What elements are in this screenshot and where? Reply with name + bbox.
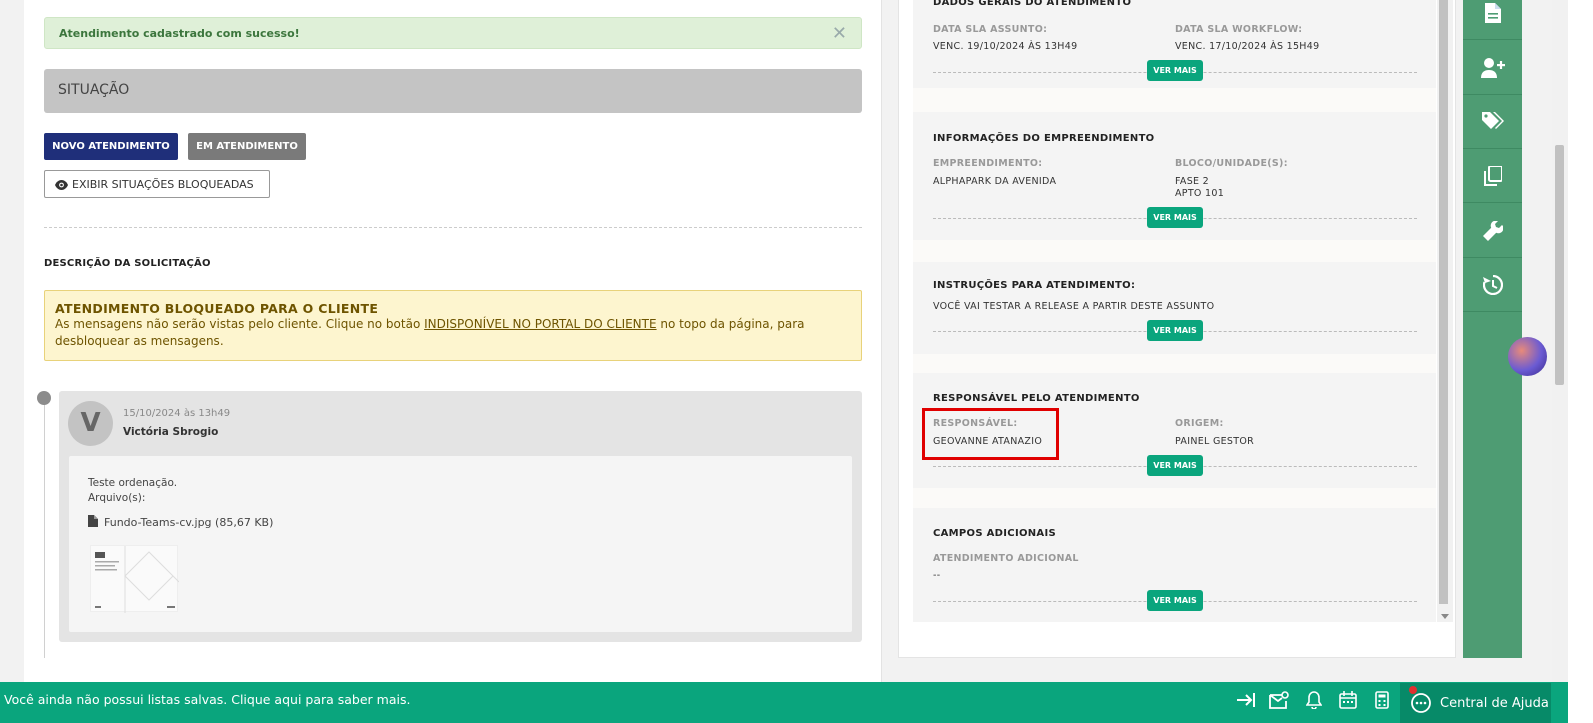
arrow-to-right-icon: [1237, 693, 1255, 707]
calendar-button[interactable]: [1337, 689, 1359, 711]
ver-mais-button[interactable]: VER MAIS: [1147, 455, 1203, 476]
document-button[interactable]: [1463, 0, 1522, 40]
settings-button[interactable]: [1463, 204, 1522, 258]
wrench-icon: [1482, 220, 1503, 241]
notification-dot: [1409, 686, 1417, 694]
instrucoes-title: INSTRUÇÕES PARA ATENDIMENTO:: [933, 280, 1136, 291]
success-alert: Atendimento cadastrado com sucesso! ✕: [44, 17, 862, 49]
warning-title: ATENDIMENTO BLOQUEADO PARA O CLIENTE: [55, 301, 379, 316]
timeline-dot: [37, 391, 51, 405]
window-edge: [1568, 0, 1593, 723]
empreendimento-value: ALPHAPARK DA AVENIDA: [933, 176, 1057, 187]
calculator-button[interactable]: [1371, 689, 1393, 711]
copy-icon: [1483, 165, 1502, 186]
campos-adicionais-title: CAMPOS ADICIONAIS: [933, 528, 1056, 539]
avatar: V: [68, 401, 113, 446]
mail-gear-icon: [1269, 691, 1289, 709]
file-icon: [88, 515, 98, 527]
eye-icon: [55, 180, 68, 190]
situacao-header: SITUAÇÃO: [44, 69, 862, 113]
origem-label: ORIGEM:: [1175, 418, 1224, 429]
novo-atendimento-button[interactable]: NOVO ATENDIMENTO: [44, 133, 178, 160]
dados-gerais-title: DADOS GERAIS DO ATENDIMENTO: [933, 0, 1132, 8]
close-icon[interactable]: ✕: [832, 23, 847, 44]
bloco-value: FASE 2: [1175, 176, 1209, 187]
ver-mais-button[interactable]: VER MAIS: [1147, 207, 1203, 228]
tags-button[interactable]: [1463, 95, 1522, 149]
indisponivel-link[interactable]: INDISPONÍVEL NO PORTAL DO CLIENTE: [424, 317, 656, 331]
attachment-name: Fundo-Teams-cv.jpg (85,67 KB): [104, 516, 274, 529]
highlight-box: [922, 408, 1059, 460]
details-scrollbar[interactable]: [1437, 0, 1453, 622]
collapse-button[interactable]: [1235, 689, 1257, 711]
ver-mais-button[interactable]: VER MAIS: [1147, 60, 1203, 81]
message-author: Victória Sbrogio: [123, 426, 219, 438]
chat-bubble-icon: [1411, 693, 1431, 713]
em-atendimento-button[interactable]: EM ATENDIMENTO: [188, 133, 306, 160]
message-line-2: Arquivo(s):: [88, 492, 146, 504]
exibir-label: EXIBIR SITUAÇÕES BLOQUEADAS: [72, 178, 254, 191]
scrollbar-thumb[interactable]: [1439, 0, 1448, 604]
message-text: Teste ordenação. Arquivo(s):: [88, 476, 177, 506]
data-sla-workflow-label: DATA SLA WORKFLOW:: [1175, 24, 1303, 35]
bloco-unidade-label: BLOCO/UNIDADE(S):: [1175, 158, 1288, 169]
ver-mais-button[interactable]: VER MAIS: [1147, 320, 1203, 341]
calculator-icon: [1375, 691, 1389, 709]
atendimento-adicional-label: ATENDIMENTO ADICIONAL: [933, 553, 1079, 564]
origem-value: PAINEL GESTOR: [1175, 436, 1255, 447]
tag-icon: [1481, 111, 1504, 129]
warning-message: As mensagens não serão vistas pelo clien…: [55, 316, 851, 350]
blocked-warning: ATENDIMENTO BLOQUEADO PARA O CLIENTE As …: [44, 290, 862, 361]
scroll-down-icon[interactable]: [1441, 614, 1449, 619]
calendar-icon: [1339, 691, 1357, 709]
attachment-link[interactable]: Fundo-Teams-cv.jpg (85,67 KB): [88, 515, 273, 529]
timeline-line: [44, 398, 45, 658]
help-center-button[interactable]: Central de Ajuda: [1400, 683, 1551, 723]
descricao-title: DESCRIÇÃO DA SOLICITAÇÃO: [44, 258, 211, 269]
warning-text-2: no topo da página, para: [656, 317, 805, 331]
unidade-value: APTO 101: [1175, 188, 1225, 199]
exibir-situacoes-bloqueadas-button[interactable]: EXIBIR SITUAÇÕES BLOQUEADAS: [44, 170, 270, 198]
copy-button[interactable]: [1463, 149, 1522, 203]
history-button[interactable]: [1463, 258, 1522, 312]
document-icon: [1484, 2, 1501, 23]
message-line-1: Teste ordenação.: [88, 477, 178, 489]
data-sla-assunto-label: DATA SLA ASSUNTO:: [933, 24, 1048, 35]
history-icon: [1482, 274, 1503, 295]
divider: [44, 227, 862, 228]
assistant-orb-icon[interactable]: [1508, 337, 1547, 376]
page-scrollbar[interactable]: [1552, 0, 1568, 682]
warning-text-1: As mensagens não serão vistas pelo clien…: [55, 317, 425, 331]
add-user-icon: [1480, 57, 1505, 78]
data-sla-workflow-value: VENC. 17/10/2024 ÀS 15H49: [1175, 41, 1320, 52]
notifications-button[interactable]: [1303, 689, 1325, 711]
empreendimento-label: EMPREENDIMENTO:: [933, 158, 1043, 169]
scrollbar-thumb[interactable]: [1555, 145, 1564, 385]
message-date: 15/10/2024 às 13h49: [123, 408, 231, 419]
warning-text-3: desbloquear as mensagens.: [55, 334, 224, 348]
success-alert-text: Atendimento cadastrado com sucesso!: [59, 27, 300, 40]
add-user-button[interactable]: [1463, 41, 1522, 95]
bell-icon: [1306, 691, 1322, 709]
ver-mais-button[interactable]: VER MAIS: [1147, 590, 1203, 611]
attachment-thumbnail[interactable]: [90, 545, 180, 613]
atendimento-adicional-value: --: [933, 570, 941, 581]
message-body: [69, 456, 852, 632]
empreendimento-title: INFORMAÇÕES DO EMPREENDIMENTO: [933, 133, 1155, 144]
help-center-label: Central de Ajuda: [1440, 695, 1549, 711]
data-sla-assunto-value: VENC. 19/10/2024 ÀS 13H49: [933, 41, 1078, 52]
instrucoes-value: VOCÊ VAI TESTAR A RELEASE A PARTIR DESTE…: [933, 301, 1215, 312]
saved-lists-message[interactable]: Você ainda não possui listas salvas. Cli…: [4, 692, 410, 707]
mail-settings-button[interactable]: [1268, 689, 1290, 711]
responsavel-title: RESPONSÁVEL PELO ATENDIMENTO: [933, 393, 1140, 404]
